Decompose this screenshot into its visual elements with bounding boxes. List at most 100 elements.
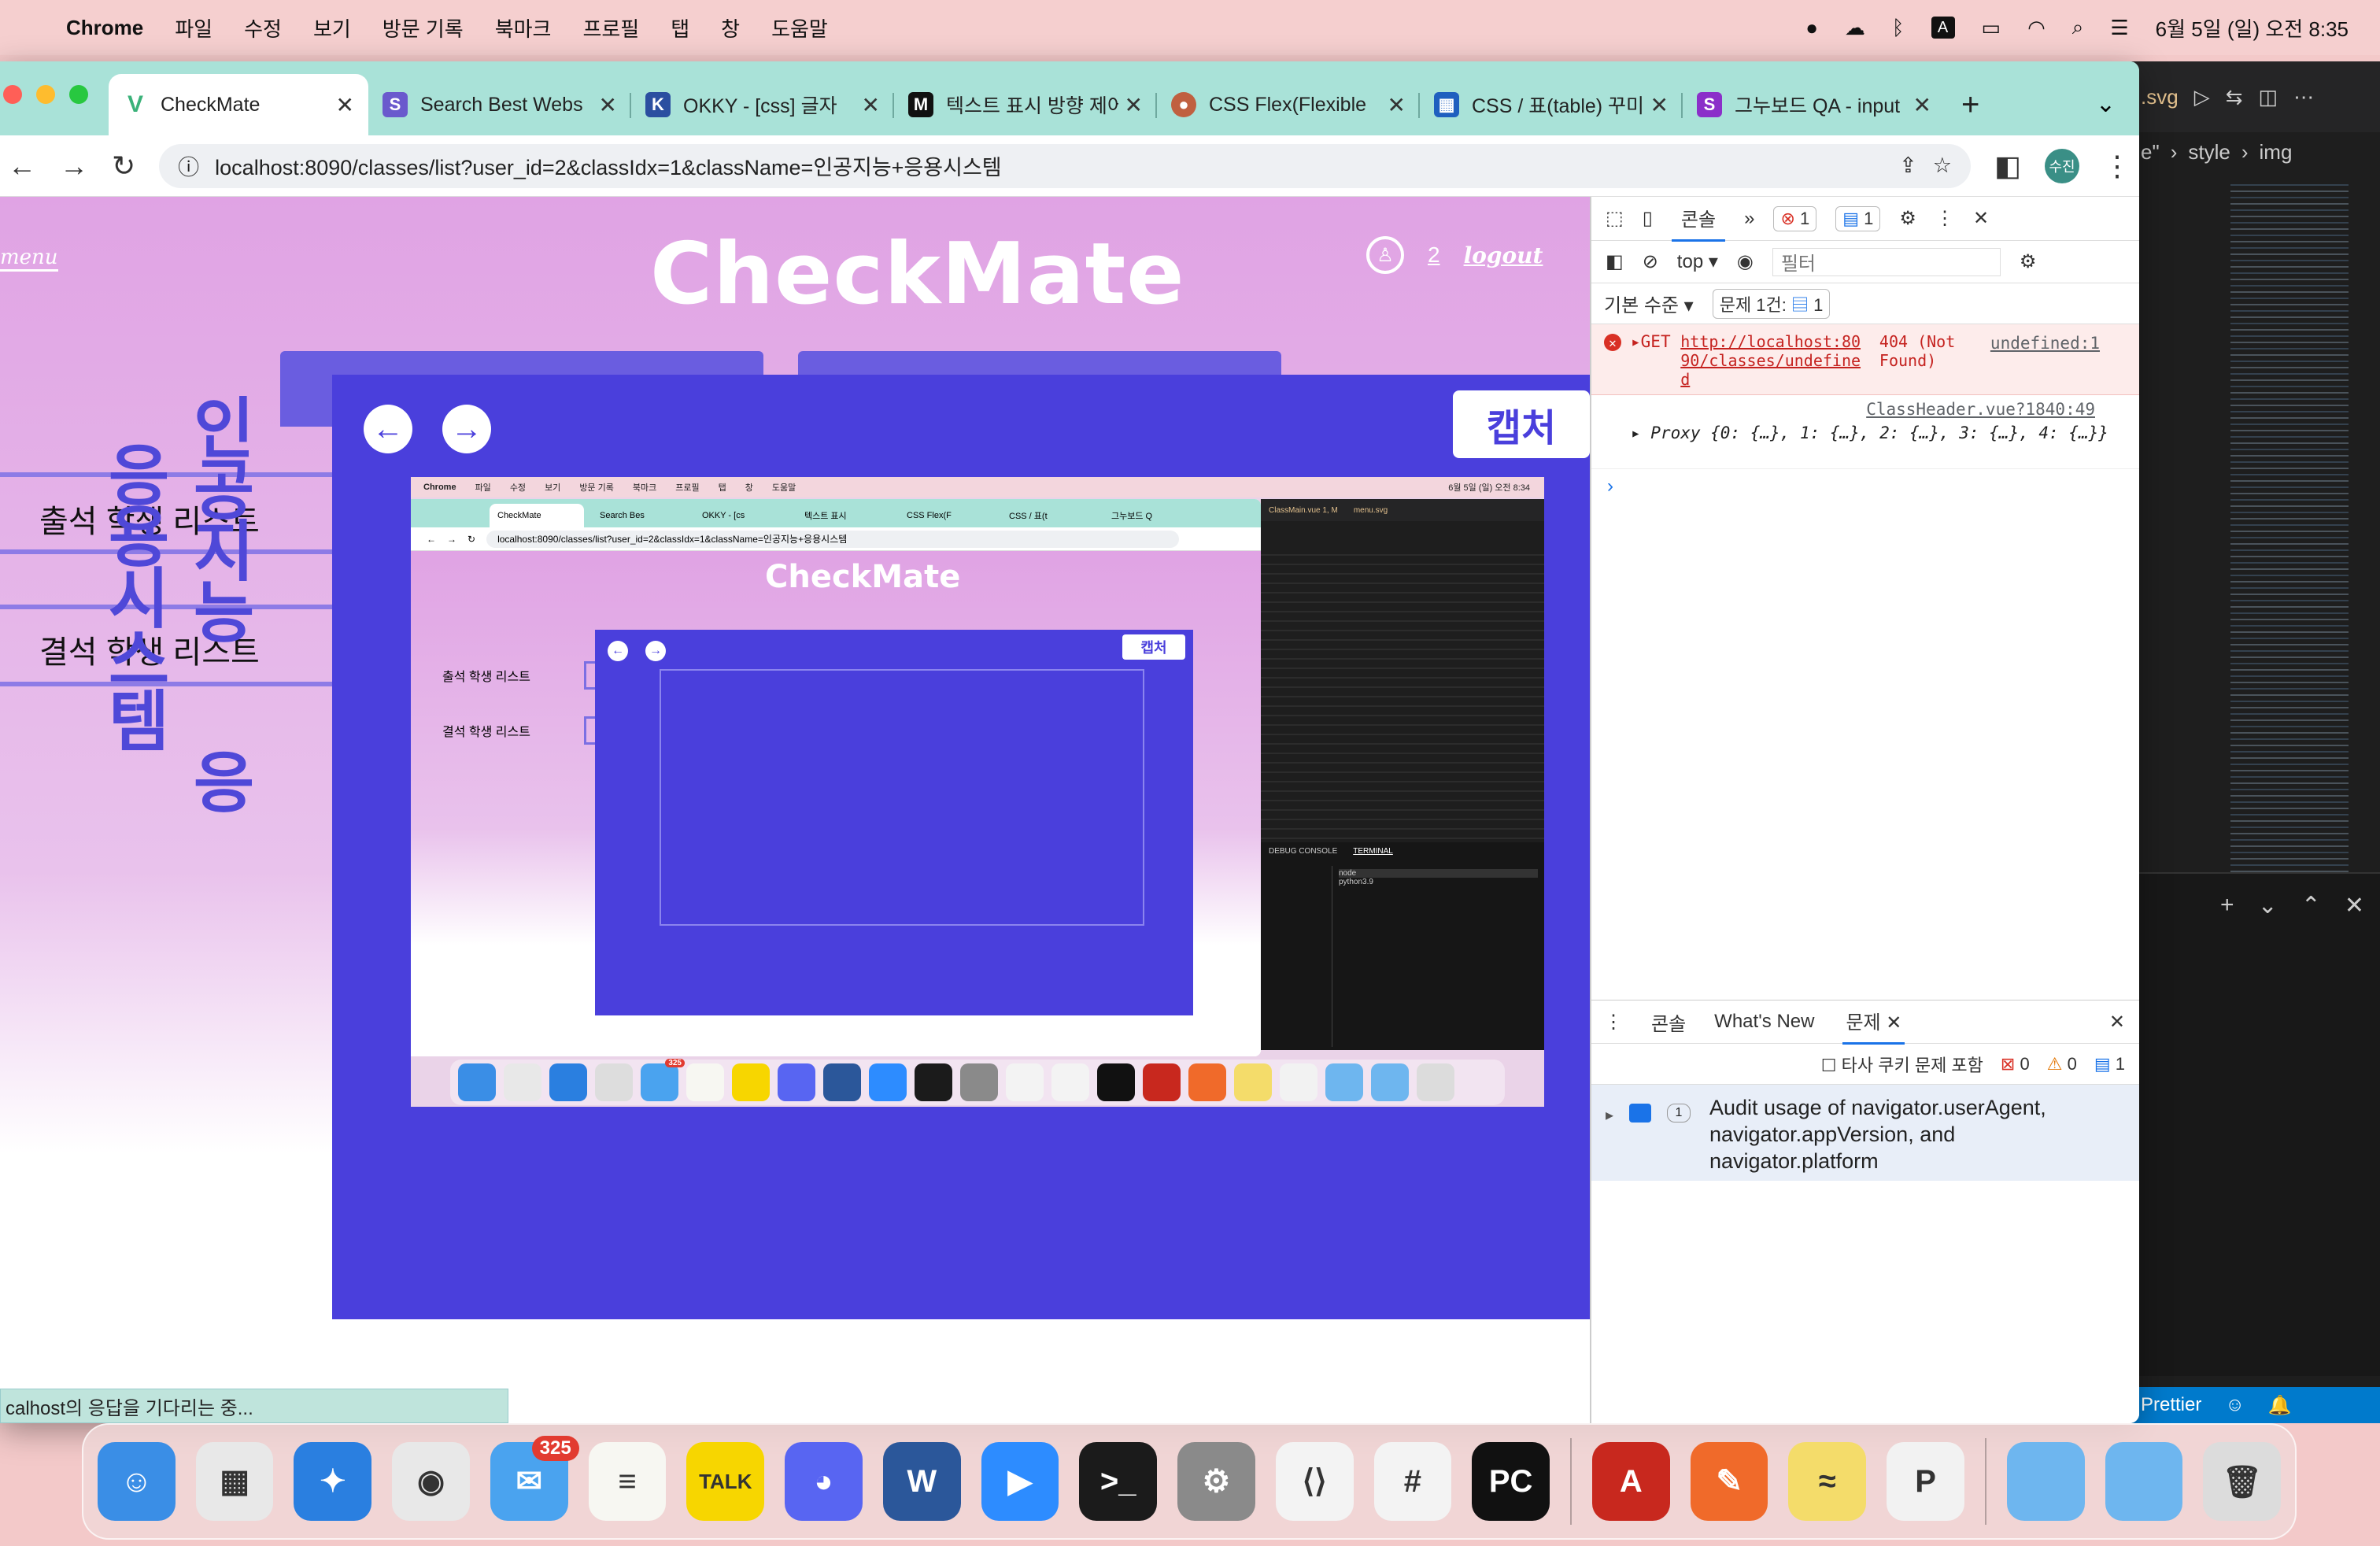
profile-avatar[interactable]: 수진 bbox=[2045, 148, 2079, 183]
dock-app-safari-icon[interactable]: ✦ bbox=[294, 1442, 372, 1521]
dock-app-notes-icon[interactable]: ≡ bbox=[588, 1442, 667, 1521]
add-terminal-icon[interactable]: + bbox=[2220, 892, 2234, 919]
more-tabs-icon[interactable]: » bbox=[1744, 208, 1754, 230]
third-party-checkbox[interactable]: ☐ 타사 쿠키 문제 포함 bbox=[1821, 1052, 1983, 1077]
context-select[interactable]: top ▾ bbox=[1677, 250, 1718, 273]
dock-app-mail-icon[interactable]: ✉ 325 bbox=[490, 1436, 579, 1521]
browser-tab[interactable]: S 그누보드 QA - input ✕ bbox=[1683, 74, 1946, 135]
log-proxy-object[interactable]: ▸ Proxy {0: {…}, 1: {…}, 2: {…}, 3: {…},… bbox=[1631, 423, 2127, 442]
dock-app-stickies-icon[interactable]: ≈ bbox=[1788, 1442, 1867, 1521]
dock-app-terminal-icon[interactable]: >_ bbox=[1079, 1442, 1158, 1521]
input-source-icon[interactable]: A bbox=[1931, 17, 1955, 39]
chrome-menu-icon[interactable]: ⋮ bbox=[2103, 150, 2131, 183]
dock-app-pycharm-icon[interactable]: PC bbox=[1472, 1442, 1550, 1521]
menu-bookmarks[interactable]: 북마크 bbox=[495, 13, 552, 43]
settings-gear-icon[interactable]: ⚙ bbox=[1899, 207, 1916, 230]
close-devtools-icon[interactable]: ✕ bbox=[1973, 207, 1989, 230]
spotlight-search-icon[interactable]: ⌕ bbox=[2072, 15, 2084, 40]
minimize-window-button[interactable] bbox=[36, 85, 55, 104]
close-tab-icon[interactable]: ✕ bbox=[599, 92, 617, 118]
dock-app-discord-icon[interactable]: ◕ bbox=[785, 1442, 863, 1521]
menu-help[interactable]: 도움말 bbox=[771, 13, 828, 43]
drawer-tab-console[interactable]: 콘솔 bbox=[1651, 1008, 1686, 1036]
vscode-minimap[interactable] bbox=[2230, 179, 2349, 872]
error-count-badge[interactable]: ⊗ 1 bbox=[1773, 205, 1817, 231]
menu-button[interactable]: menu bbox=[0, 246, 58, 272]
notification-icon[interactable]: ● bbox=[1805, 16, 1818, 40]
back-icon[interactable]: ← bbox=[8, 150, 36, 183]
menu-profile[interactable]: 프로필 bbox=[582, 13, 639, 43]
issues-badge[interactable]: 문제 1건: ▤ 1 bbox=[1712, 288, 1831, 319]
dock-app-vs-code-icon[interactable]: ⟨⟩ bbox=[1275, 1442, 1354, 1521]
close-tab-icon[interactable]: ✕ bbox=[1650, 92, 1669, 118]
dock-app-acrobat-icon[interactable]: A bbox=[1591, 1442, 1670, 1521]
compare-icon[interactable]: ⇆ bbox=[2226, 85, 2243, 109]
cloud-icon[interactable]: ☁ bbox=[1845, 16, 1865, 40]
logout-link[interactable]: logout bbox=[1464, 242, 1543, 268]
checkmate-logo[interactable]: CheckMate bbox=[650, 225, 1184, 324]
dock-app-launchpad-icon[interactable]: ▦ bbox=[195, 1442, 274, 1521]
drawer-tab-issues[interactable]: 문제 ✕ bbox=[1842, 999, 1905, 1045]
next-arrow-button[interactable]: → bbox=[442, 405, 491, 453]
browser-tab-active[interactable]: V CheckMate ✕ bbox=[109, 74, 368, 135]
chevron-down-icon[interactable]: ⌄ bbox=[2258, 892, 2278, 919]
dock-app-powerpoint-icon[interactable]: P bbox=[1887, 1442, 1964, 1521]
dock-app-slack-icon[interactable]: # bbox=[1373, 1442, 1452, 1521]
breadcrumb-item[interactable]: img bbox=[2260, 140, 2293, 165]
feedback-icon[interactable]: ☺ bbox=[2225, 1394, 2245, 1416]
browser-tab[interactable]: M 텍스트 표시 방향 제어 ✕ bbox=[894, 74, 1157, 135]
bookmark-star-icon[interactable]: ☆ bbox=[1933, 153, 1952, 178]
maximize-panel-icon[interactable]: ⌃ bbox=[2301, 892, 2321, 919]
breadcrumb-item[interactable]: style bbox=[2188, 140, 2230, 165]
close-tab-icon[interactable]: ✕ bbox=[1388, 92, 1406, 118]
dock-app-word-icon[interactable]: W bbox=[882, 1442, 961, 1521]
sidebar-toggle-icon[interactable]: ◧ bbox=[1606, 250, 1624, 273]
dock-app-finder-icon[interactable]: ☺ bbox=[98, 1442, 176, 1521]
console-settings-icon[interactable]: ⚙ bbox=[2020, 250, 2037, 273]
menu-history[interactable]: 방문 기록 bbox=[382, 13, 464, 43]
devtools-menu-icon[interactable]: ⋮ bbox=[1935, 207, 1954, 230]
info-count-badge[interactable]: ▤ 1 bbox=[1835, 205, 1881, 231]
run-icon[interactable]: ▷ bbox=[2194, 85, 2210, 109]
devtools-tab-console[interactable]: 콘솔 bbox=[1671, 196, 1726, 242]
dock-app-folder-icon[interactable] bbox=[2006, 1442, 2085, 1521]
vscode-tab-svg[interactable]: .svg bbox=[2141, 85, 2179, 109]
menu-edit[interactable]: 수정 bbox=[244, 13, 282, 43]
expand-triangle-icon[interactable]: ▸ bbox=[1631, 423, 1650, 442]
close-window-button[interactable] bbox=[3, 85, 22, 104]
reload-icon[interactable]: ↻ bbox=[112, 150, 135, 183]
close-tab-icon[interactable]: ✕ bbox=[1125, 92, 1143, 118]
close-drawer-icon[interactable]: ✕ bbox=[2109, 1011, 2125, 1034]
menu-window[interactable]: 창 bbox=[721, 13, 740, 43]
expand-triangle-icon[interactable]: ▸ bbox=[1631, 332, 1641, 351]
split-editor-icon[interactable]: ◫ bbox=[2258, 85, 2278, 109]
bell-icon[interactable]: 🔔 bbox=[2268, 1394, 2292, 1417]
browser-tab[interactable]: ● CSS Flex(Flexible ✕ bbox=[1157, 74, 1420, 135]
close-tab-icon[interactable]: ✕ bbox=[336, 92, 354, 118]
new-tab-icon[interactable]: + bbox=[1961, 87, 1979, 123]
drawer-menu-icon[interactable]: ⋮ bbox=[1604, 1011, 1623, 1034]
dock-app-trash-icon[interactable]: 🗑 bbox=[2203, 1442, 2282, 1521]
clear-console-icon[interactable]: ⊘ bbox=[1643, 250, 1658, 273]
dock-app-system-settings-icon[interactable]: ⚙ bbox=[1177, 1442, 1255, 1521]
side-panel-icon[interactable]: ◧ bbox=[1994, 150, 2021, 183]
share-icon[interactable]: ⇪ bbox=[1899, 153, 1917, 178]
live-expression-eye-icon[interactable]: ◉ bbox=[1737, 250, 1754, 273]
user-icon[interactable]: ♙ bbox=[1366, 236, 1404, 274]
dock-app-folder-icon[interactable] bbox=[2105, 1442, 2183, 1521]
browser-tab[interactable]: ▦ CSS / 표(table) 꾸미 ✕ bbox=[1420, 74, 1683, 135]
zoom-window-button[interactable] bbox=[69, 85, 88, 104]
error-source-link[interactable]: undefined:1 bbox=[1990, 334, 2100, 353]
menu-app-name[interactable]: Chrome bbox=[66, 16, 143, 40]
browser-tab[interactable]: K OKKY - [css] 글자 ✕ bbox=[631, 74, 894, 135]
log-source-link[interactable]: ClassHeader.vue?1840:49 bbox=[1866, 400, 2095, 419]
address-bar[interactable]: ⓘ localhost:8090/classes/list?user_id=2&… bbox=[159, 143, 1971, 188]
bluetooth-icon[interactable]: ᛒ bbox=[1892, 16, 1905, 40]
expand-triangle-icon[interactable]: ▸ bbox=[1606, 1102, 1613, 1129]
console-prompt[interactable]: › bbox=[1591, 469, 2139, 504]
breadcrumb-item[interactable]: e" bbox=[2141, 140, 2160, 165]
dock-app-kakaotalk-icon[interactable]: TALK bbox=[686, 1442, 765, 1521]
dock-app-pencil-icon[interactable]: ✎ bbox=[1690, 1442, 1768, 1521]
close-tab-icon[interactable]: ✕ bbox=[862, 92, 880, 118]
forward-icon[interactable]: → bbox=[60, 150, 88, 183]
